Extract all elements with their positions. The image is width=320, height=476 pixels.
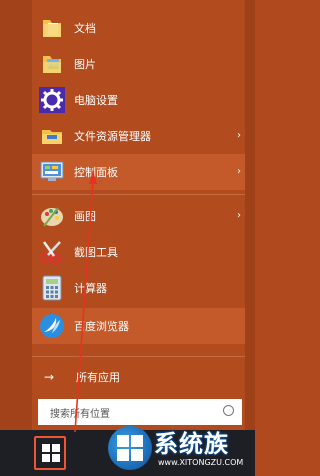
annotation-arrow — [74, 170, 97, 433]
